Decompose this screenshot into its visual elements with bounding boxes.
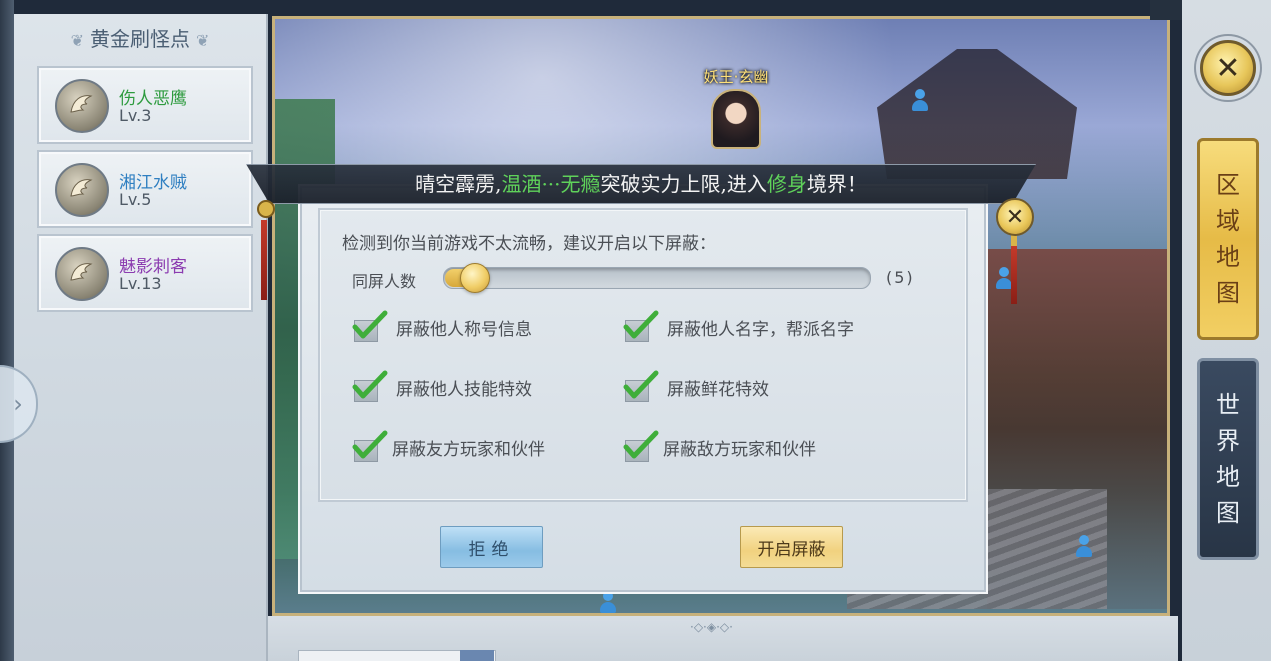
system-broadcast-banner: 晴空霹雳,温酒···无瘾突破实力上限,进入修身境界！ [246,164,1036,204]
same-screen-count-label: 同屏人数 [352,272,417,291]
spot-level: Lv.3 [119,106,152,125]
spot-level: Lv.5 [119,190,152,209]
broadcast-segment: 境界！ [806,172,867,196]
option-label: 屏蔽他人名字，帮派名字 [667,319,854,340]
option-label: 屏蔽他人技能特效 [396,379,532,400]
tab-char: 世 [1216,391,1240,419]
checkbox[interactable] [623,370,659,402]
checkbox[interactable] [623,310,659,342]
close-icon: ✕ [1215,50,1241,86]
tassel-ornament-icon [1011,234,1017,304]
close-dialog-button[interactable]: ✕ [996,198,1034,236]
left-frame-edge [0,0,14,661]
title-ornament-right-icon: ❦ [196,31,210,50]
broadcast-realm: 修身 [766,172,807,196]
lag-notice: 检测到你当前游戏不太流畅，建议开启以下屏蔽： [342,234,716,254]
enable-blocking-button[interactable]: 开启屏蔽 [740,526,843,568]
same-screen-count-slider[interactable] [443,263,871,293]
option-hide-flower-effects[interactable]: 屏蔽鲜花特效 [623,370,769,403]
tab-char: 图 [1216,499,1240,527]
player-marker-icon[interactable] [1075,535,1093,557]
map-pagoda [877,49,1077,179]
refuse-button[interactable]: 拒绝 [440,526,543,568]
npc-boss[interactable]: 妖王·玄幽 [696,66,776,149]
checkbox[interactable] [352,310,388,342]
broadcast-text: 晴空霹雳,温酒···无瘾突破实力上限,进入修身境界！ [246,165,1036,203]
npc-portrait [711,89,761,149]
checkbox[interactable] [352,430,388,462]
go-button[interactable] [460,650,494,661]
wing-boot-icon [55,163,109,217]
tab-char: 域 [1216,207,1240,235]
divider-ornament-icon: ·◇·◈·◇· [690,620,733,634]
checkbox[interactable] [352,370,388,402]
tab-char: 区 [1216,171,1240,199]
option-label: 屏蔽他人称号信息 [396,319,532,340]
player-marker-icon[interactable] [911,89,929,111]
tab-char: 地 [1216,243,1240,271]
broadcast-player-name: 温酒···无瘾 [501,172,601,196]
spawn-spot-card[interactable]: 伤人恶鹰 Lv.3 [37,66,253,144]
option-hide-enemies[interactable]: 屏蔽敌方玩家和伙伴 [623,430,816,463]
option-hide-allies[interactable]: 屏蔽友方玩家和伙伴 [352,430,545,463]
spawn-spot-card[interactable]: 湘江水贼 Lv.5 [37,150,253,228]
panel-title-text: 黄金刷怪点 [90,27,190,51]
close-map-button[interactable]: ✕ [1200,40,1256,96]
wing-boot-icon [55,247,109,301]
panel-title: ❦ 黄金刷怪点 ❦ [30,22,250,56]
game-screen: ❦ 黄金刷怪点 ❦ 伤人恶鹰 Lv.3 湘江水贼 Lv.5 魅影刺客 Lv.13 › [0,0,1271,661]
option-hide-names[interactable]: 屏蔽他人名字，帮派名字 [623,310,854,343]
tassel-ornament-icon [257,200,275,310]
npc-name: 妖王·玄幽 [703,68,769,86]
option-hide-skill-effects[interactable]: 屏蔽他人技能特效 [352,370,532,403]
tab-region-map[interactable]: 区 域 地 图 [1197,138,1259,340]
option-label: 屏蔽友方玩家和伙伴 [392,439,545,460]
option-label: 屏蔽敌方玩家和伙伴 [663,439,816,460]
option-hide-titles[interactable]: 屏蔽他人称号信息 [352,310,532,343]
tab-world-map[interactable]: 世 界 地 图 [1197,358,1259,560]
broadcast-segment: 突破实力上限,进入 [600,172,767,196]
title-ornament-left-icon: ❦ [70,31,84,50]
chevron-right-icon: › [13,390,23,418]
spawn-spot-card[interactable]: 魅影刺客 Lv.13 [37,234,253,312]
tab-char: 图 [1216,279,1240,307]
tab-char: 界 [1216,427,1240,455]
wing-boot-icon [55,79,109,133]
broadcast-segment: 晴空霹雳, [415,172,502,196]
tab-char: 地 [1216,463,1240,491]
slider-value: (5) [886,268,915,287]
checkbox[interactable] [623,430,659,462]
spot-level: Lv.13 [119,274,162,293]
close-icon: ✕ [1005,204,1025,230]
option-label: 屏蔽鲜花特效 [667,379,769,400]
player-marker-icon[interactable] [599,591,617,613]
slider-handle[interactable] [460,263,490,293]
